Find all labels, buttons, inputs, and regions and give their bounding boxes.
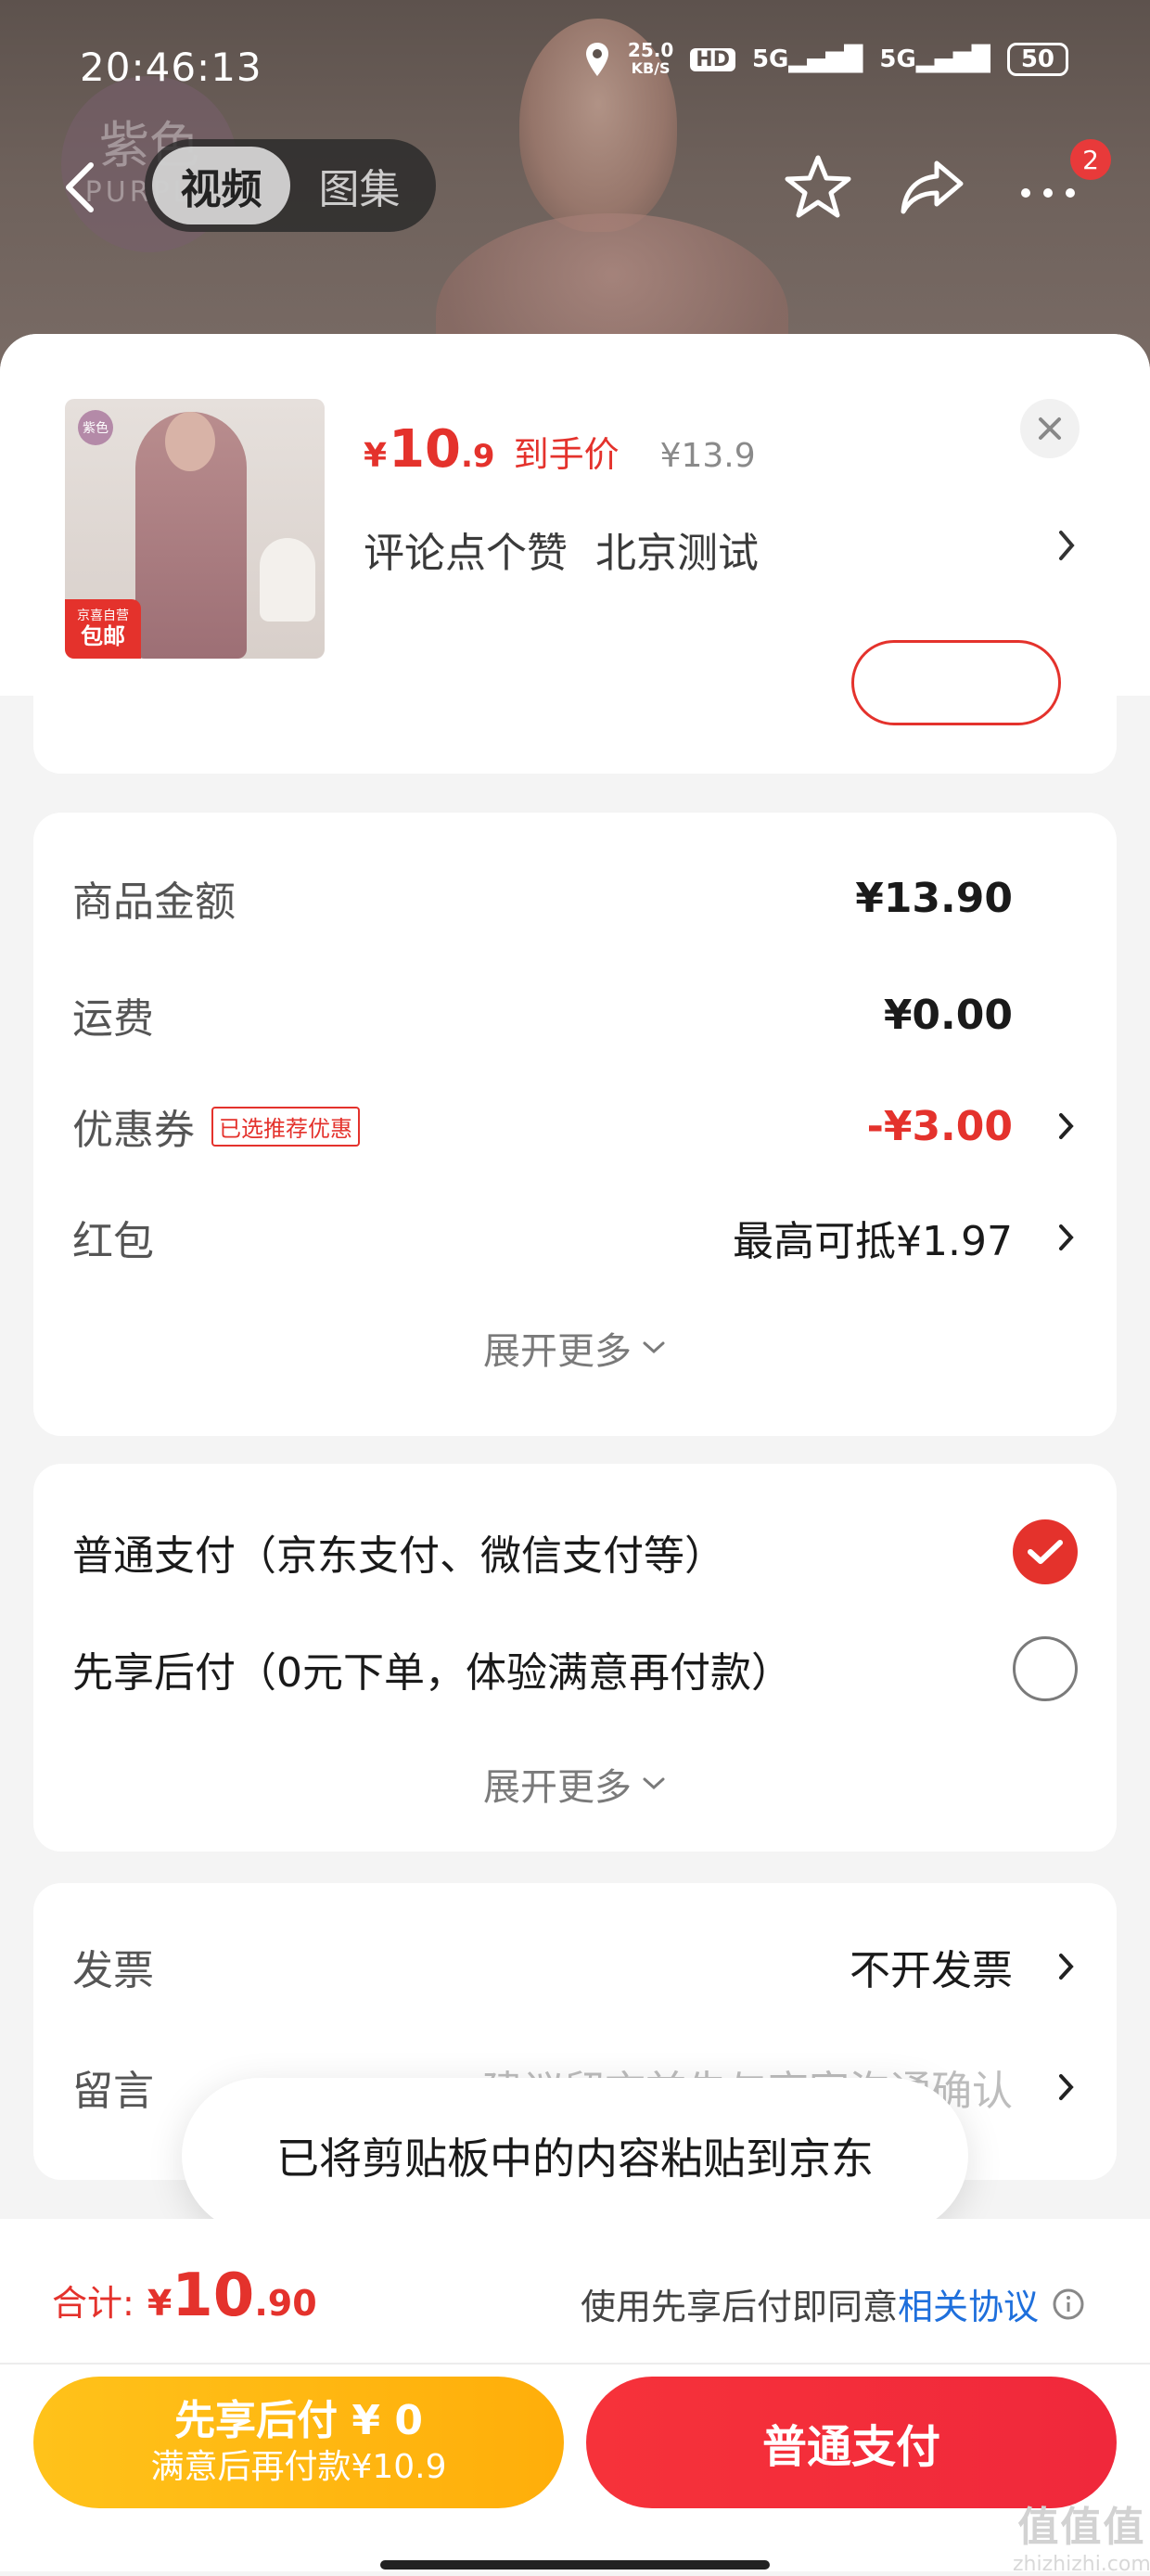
- radio-selected[interactable]: [1013, 1519, 1078, 1584]
- chevron-right-icon[interactable]: [1054, 523, 1081, 568]
- pay-later-subtitle: 满意后再付款¥10.9: [150, 2448, 447, 2486]
- summary-label: 红包: [72, 1218, 154, 1265]
- summary-expand-more[interactable]: 展开更多: [33, 1321, 1117, 1375]
- summary-label: 商品金额: [72, 878, 236, 926]
- total-currency: ¥: [147, 2283, 172, 2324]
- price-currency: ¥: [364, 437, 388, 475]
- battery-icon: 50: [1006, 43, 1068, 76]
- status-bar: 20:46:13 25.0 KB/S HD 5G▂▄▆█ 5G▂▄▆█ 50: [0, 0, 1150, 130]
- star-icon[interactable]: [781, 150, 855, 224]
- order-summary-card: 商品金额 ¥13.90 运费 ¥0.00 优惠券 已选推荐优惠 -¥3.00 红…: [33, 813, 1117, 1436]
- summary-value: ¥0.00: [883, 991, 1013, 1039]
- chevron-right-icon: [1059, 1113, 1074, 1139]
- invoice-value: 不开发票: [850, 1947, 1013, 1994]
- chevron-right-icon: [1059, 1954, 1074, 1980]
- net-speed-unit: KB/S: [631, 59, 671, 77]
- summary-label: 运费: [72, 995, 154, 1043]
- top-nav: 视频 图集 2: [0, 139, 1150, 241]
- pay-later-title: 先享后付 ¥ 0: [174, 2397, 423, 2444]
- price-line: ¥ 10 .9 到手价 ¥13.9: [364, 419, 756, 480]
- net-speed-value: 25.0: [627, 39, 674, 61]
- thumb-model-head: [165, 412, 215, 471]
- expand-label: 展开更多: [483, 1766, 632, 1809]
- watermark-line2: zhizhizhi.com: [1013, 2553, 1150, 2576]
- agreement-text: 使用先享后付即同意: [580, 2287, 898, 2327]
- summary-row-coupon[interactable]: 优惠券 已选推荐优惠 -¥3.00: [72, 1089, 1078, 1163]
- home-indicator[interactable]: [380, 2560, 770, 2570]
- pay-option-label: 普通支付（京东支付、微信支付等）: [72, 1532, 725, 1580]
- checkout-bottom-bar: 合计: ¥ 10 .90 使用先享后付即同意 相关协议 先享后付 ¥ 0 满意后…: [0, 2219, 1150, 2571]
- partial-button[interactable]: [851, 640, 1061, 725]
- redpacket-value: 最高可抵¥1.97: [733, 1218, 1013, 1265]
- location-icon: [585, 43, 608, 76]
- payment-method-card: 普通支付（京东支付、微信支付等） 先享后付（0元下单，体验满意再付款） 展开更多: [33, 1464, 1117, 1852]
- spec-value-2: 北京测试: [595, 530, 759, 577]
- pay-option-label: 先享后付（0元下单，体验满意再付款）: [72, 1649, 792, 1697]
- payment-expand-more[interactable]: 展开更多: [33, 1757, 1117, 1811]
- watermark-line1: 值值值: [1017, 2504, 1146, 2551]
- expand-label: 展开更多: [483, 1330, 632, 1373]
- agreement-link[interactable]: 相关协议: [898, 2278, 1039, 2329]
- media-tabs: 视频 图集: [145, 139, 436, 232]
- check-icon: [1028, 1540, 1063, 1564]
- order-total: 合计: ¥ 10 .90: [52, 2262, 317, 2330]
- hd-icon: HD: [690, 47, 735, 71]
- free-shipping-tag-line2: 包邮: [81, 623, 125, 649]
- price-label: 到手价: [513, 434, 620, 475]
- coupon-value: -¥3.00: [866, 1102, 1013, 1150]
- invoice-row[interactable]: 发票 不开发票: [72, 1929, 1078, 2004]
- total-decimal: .90: [254, 2283, 317, 2324]
- normal-pay-button[interactable]: 普通支付: [586, 2377, 1117, 2508]
- thumb-statue: [260, 538, 315, 622]
- footer-divider: [0, 2363, 1150, 2365]
- spec-selector[interactable]: 评论点个赞 北京测试: [364, 519, 759, 579]
- signal-5g-icon-1: 5G▂▄▆█: [751, 45, 863, 73]
- spec-value-1: 评论点个赞: [364, 530, 568, 577]
- close-icon: [1039, 417, 1061, 440]
- clipboard-toast: 已将剪贴板中的内容粘贴到京东: [182, 2078, 968, 2234]
- invoice-label: 发票: [72, 1947, 154, 1994]
- status-icons: 25.0 KB/S HD 5G▂▄▆█ 5G▂▄▆█ 50: [583, 41, 1068, 78]
- thumb-brand-logo: 紫色: [78, 410, 113, 445]
- back-arrow-icon[interactable]: [58, 160, 104, 215]
- pay-option-later[interactable]: 先享后付（0元下单，体验满意再付款）: [72, 1627, 1078, 1711]
- tab-gallery[interactable]: 图集: [290, 147, 428, 224]
- free-shipping-tag: 京喜自营 包邮: [65, 599, 141, 659]
- coupon-tag: 已选推荐优惠: [211, 1106, 360, 1147]
- share-icon[interactable]: [896, 150, 970, 224]
- note-label: 留言: [72, 2068, 154, 2115]
- net-speed: 25.0 KB/S: [628, 41, 673, 78]
- message-badge: 2: [1070, 139, 1111, 180]
- summary-row-goods: 商品金额 ¥13.90: [72, 861, 1078, 935]
- chevron-down-icon: [643, 1341, 665, 1354]
- free-shipping-tag-line1: 京喜自营: [77, 609, 129, 623]
- tab-video[interactable]: 视频: [152, 147, 290, 224]
- close-button[interactable]: [1020, 399, 1080, 458]
- partial-card: [33, 640, 1117, 774]
- summary-row-redpacket[interactable]: 红包 最高可抵¥1.97: [72, 1200, 1078, 1275]
- price-decimal: .9: [461, 438, 495, 475]
- status-time: 20:46:13: [80, 45, 262, 90]
- chevron-down-icon: [643, 1777, 665, 1790]
- signal-5g-icon-2: 5G▂▄▆█: [879, 45, 990, 73]
- original-price: ¥13.9: [659, 437, 756, 475]
- watermark: 值值值 zhizhizhi.com: [1013, 2493, 1150, 2576]
- signal-1-label: 5G: [751, 45, 789, 73]
- total-label: 合计:: [52, 2283, 134, 2324]
- chevron-right-icon: [1059, 2074, 1074, 2100]
- summary-value: ¥13.90: [855, 874, 1013, 922]
- summary-label: 优惠券: [72, 1107, 195, 1154]
- product-thumbnail[interactable]: 紫色 京喜自营 包邮: [65, 399, 325, 659]
- signal-2-label: 5G: [879, 45, 916, 73]
- total-integer: 10: [172, 2262, 255, 2330]
- price-integer: 10: [389, 419, 461, 480]
- pay-later-button[interactable]: 先享后付 ¥ 0 满意后再付款¥10.9: [33, 2377, 564, 2508]
- agreement-note: 使用先享后付即同意 相关协议: [581, 2278, 1085, 2329]
- radio-unselected[interactable]: [1013, 1636, 1078, 1701]
- chevron-right-icon: [1059, 1224, 1074, 1250]
- summary-row-shipping: 运费 ¥0.00: [72, 978, 1078, 1052]
- pay-option-normal[interactable]: 普通支付（京东支付、微信支付等）: [72, 1510, 1078, 1594]
- info-icon[interactable]: [1052, 2288, 1085, 2321]
